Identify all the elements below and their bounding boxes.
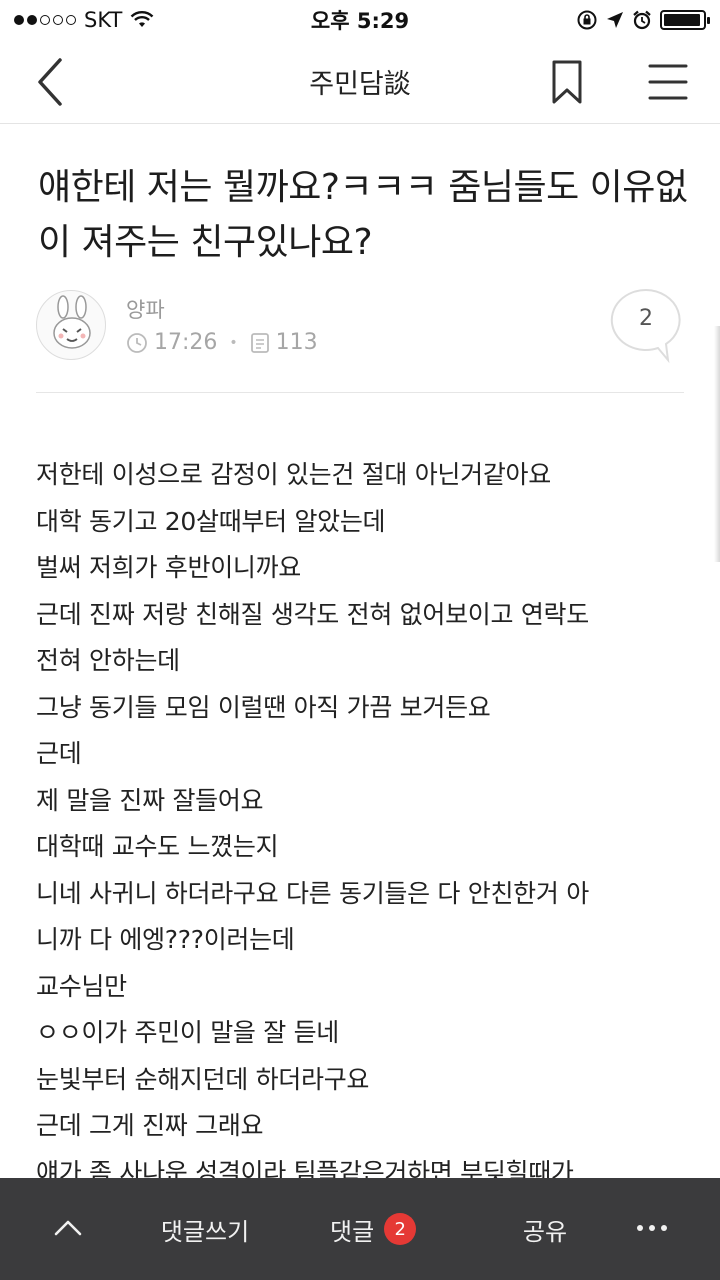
meta-separator: • [229, 334, 238, 351]
body-line: 그냥 동기들 모임 이럴땐 아직 가끔 보거든요 [36, 692, 491, 722]
share-button[interactable]: 공유 [500, 1212, 590, 1247]
comments-label: 댓글 [330, 1217, 375, 1246]
write-comment-button[interactable]: 댓글쓰기 [140, 1212, 270, 1247]
more-dots-icon[interactable] [632, 1218, 672, 1238]
board-title: 주민담談 [309, 69, 411, 100]
status-left: SKT [14, 8, 154, 32]
body-line: 대학때 교수도 느꼈는지 [36, 832, 279, 861]
bottom-toolbar: 댓글쓰기 댓글 2 공유 [0, 1178, 720, 1280]
body-line: 전혀 안하는데 [36, 646, 180, 675]
post-time: 17:26 [154, 330, 218, 355]
bookmark-icon[interactable] [546, 58, 588, 106]
body-line: 교수님만 [36, 971, 127, 1001]
body-line: 니까 다 에엥???이러는데 [36, 925, 295, 954]
carrier-name: SKT [84, 8, 123, 32]
chevron-left-icon[interactable] [28, 54, 78, 110]
body-line: 근데 진짜 저랑 친해질 생각도 전혀 없어보이고 연락도 [36, 599, 589, 629]
post-meta: 17:26 • 113 [126, 330, 318, 355]
battery-level-fill [664, 14, 701, 26]
chevron-up-icon[interactable] [48, 1212, 88, 1242]
wifi-icon [130, 11, 154, 27]
body-line: 얘가 좀 사나운 성격이라 팀플같은거하면 부딪힐때가 [36, 1157, 574, 1181]
view-count: 113 [275, 330, 318, 355]
body-line: 근데 그게 진짜 그래요 [36, 1111, 264, 1140]
document-icon [250, 332, 269, 353]
body-line: 눈빛부터 순해지던데 하더라구요 [36, 1064, 370, 1094]
body-line: 근데 [36, 739, 82, 768]
avatar[interactable] [36, 290, 106, 360]
battery-icon [660, 10, 710, 30]
body-line: 제 말을 진짜 잘들어요 [36, 785, 264, 815]
body-line: 벌써 저희가 후반이니까요 [36, 553, 301, 582]
body-line: 저한테 이성으로 감정이 있는건 절대 아닌거같아요 [36, 460, 551, 489]
clock-icon [127, 332, 147, 353]
comments-button[interactable]: 댓글 2 [330, 1212, 417, 1247]
body-line: 니네 사귀니 하더라구요 다른 동기들은 다 안친한거 아 [36, 878, 589, 908]
body-line: ㅇㅇ이가 주민이 말을 잘 듣네 [36, 1018, 339, 1047]
author-name[interactable]: 양파 [126, 294, 165, 324]
orientation-lock-icon [577, 10, 597, 30]
post-title: 얘한테 저는 뭘까요?ㅋㅋㅋ 줌님들도 이유없이 져주는 친구있나요? [38, 167, 688, 263]
comments-badge: 2 [384, 1213, 417, 1245]
post-body: 저한테 이성으로 감정이 있는건 절대 아닌거같아요대학 동기고 20살때부터 … [36, 452, 696, 1180]
signal-strength-icon [14, 15, 76, 25]
rabbit-avatar-icon [53, 295, 91, 349]
divider [36, 392, 684, 393]
scroll-indicator [714, 326, 720, 562]
body-line: 대학 동기고 20살때부터 알았는데 [36, 506, 386, 536]
hamburger-menu-icon[interactable] [644, 58, 692, 106]
location-arrow-icon [607, 12, 623, 28]
speech-bubble-icon[interactable] [606, 284, 686, 364]
navigation-bar: 주민담談 [0, 40, 720, 124]
status-right [576, 9, 710, 31]
status-bar: SKT 오후 5:29 [0, 0, 720, 40]
alarm-icon [633, 10, 651, 30]
